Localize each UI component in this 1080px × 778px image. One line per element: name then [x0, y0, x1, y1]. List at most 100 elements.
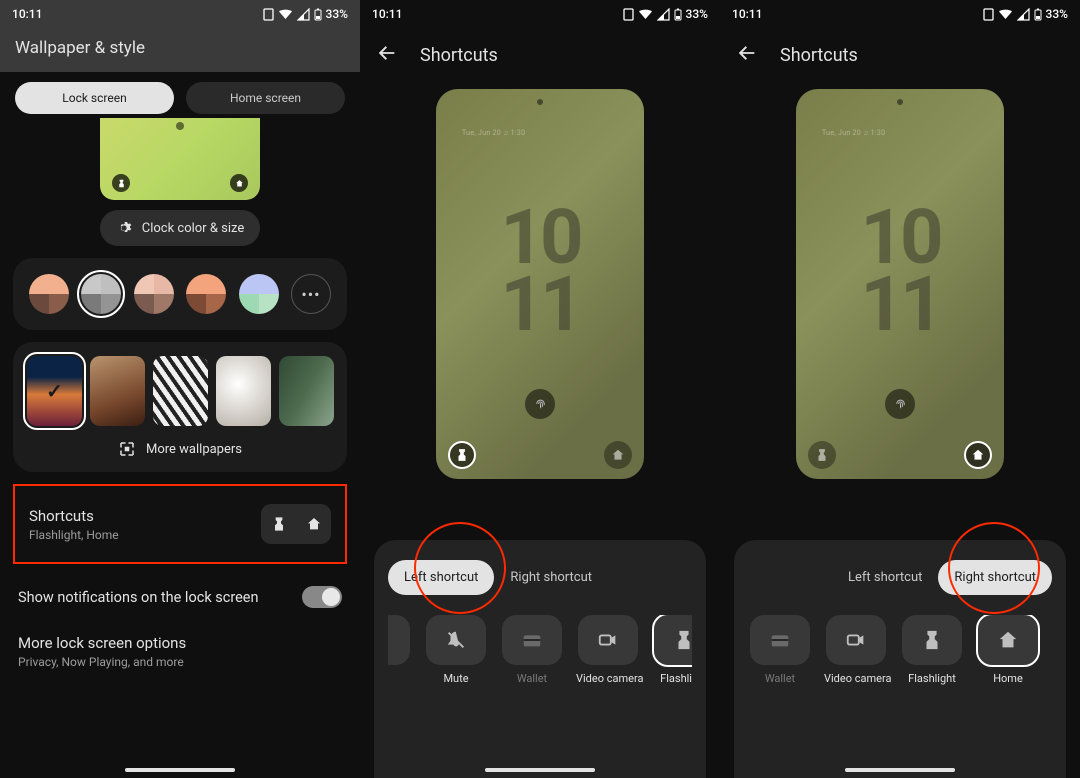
- preview-clock: 1011: [860, 204, 939, 338]
- shortcut-option-wallet[interactable]: Wallet: [748, 615, 812, 685]
- mute-icon: [445, 629, 467, 651]
- color-swatch-2[interactable]: [81, 274, 121, 314]
- wallpaper-thumb-2[interactable]: [90, 356, 145, 426]
- home-icon: [306, 516, 322, 532]
- preview-left-shortcut: [448, 441, 476, 469]
- shortcut-options-row[interactable]: t… Mute Wallet Video camera Flashlight: [388, 615, 692, 685]
- nav-bar-handle[interactable]: [845, 768, 955, 772]
- color-swatch-1[interactable]: [29, 274, 69, 314]
- option-label: Video camera: [824, 672, 888, 685]
- status-battery-pct: 33%: [686, 7, 708, 21]
- preview-date-text: Tue, Jun 20 ♫ 1:30: [822, 129, 885, 137]
- status-time: 10:11: [732, 7, 762, 21]
- nav-bar-handle[interactable]: [125, 768, 235, 772]
- option-label: Wallet: [748, 672, 812, 685]
- color-swatch-5[interactable]: [239, 274, 279, 314]
- nav-bar-handle[interactable]: [485, 768, 595, 772]
- header-title: Shortcuts: [420, 45, 498, 66]
- shortcut-option-video[interactable]: Video camera: [824, 615, 888, 685]
- panel-wallpaper-style: 10:11 33% Wallpaper & style Lock screen …: [0, 0, 360, 778]
- gear-icon: [116, 220, 132, 236]
- status-bar: 10:11 33%: [720, 0, 1080, 28]
- shortcut-option-partial-left[interactable]: t…: [388, 615, 412, 685]
- video-icon: [597, 629, 619, 651]
- more-lock-title: More lock screen options: [18, 634, 342, 652]
- clock-color-size-button[interactable]: Clock color & size: [100, 210, 261, 246]
- preview-clock: 1011: [500, 204, 579, 338]
- option-label: Flashlight: [652, 672, 692, 685]
- shortcut-option-video[interactable]: Video camera: [576, 615, 640, 685]
- status-time: 10:11: [372, 7, 402, 21]
- tab-home-screen[interactable]: Home screen: [186, 82, 345, 114]
- option-label: t…: [388, 672, 412, 685]
- shortcut-option-wallet[interactable]: Wallet: [500, 615, 564, 685]
- option-label: Video camera: [576, 672, 640, 685]
- more-lock-subtitle: Privacy, Now Playing, and more: [18, 655, 342, 669]
- rect-icon: [263, 8, 274, 21]
- fingerprint-icon: [525, 389, 555, 419]
- wallpaper-card: More wallpapers: [13, 342, 347, 472]
- shortcut-option-home[interactable]: Home: [976, 615, 1040, 685]
- panel-shortcuts-left: 10:11 33% Shortcuts Tue, Jun 20 ♫ 1:30 1…: [360, 0, 720, 778]
- rect-icon: [983, 8, 994, 21]
- shortcuts-row[interactable]: Shortcuts Flashlight, Home: [13, 484, 347, 564]
- notifications-toggle[interactable]: [302, 586, 342, 608]
- signal-icon: [1017, 8, 1030, 21]
- preview-right-shortcut: [964, 441, 992, 469]
- option-label: Home: [976, 672, 1040, 685]
- shortcut-options-row[interactable]: WalletVideo cameraFlashlightHomeQR: [748, 615, 1052, 685]
- signal-icon: [297, 8, 310, 21]
- option-label: Flashlight: [900, 672, 964, 685]
- shortcuts-subtitle: Flashlight, Home: [29, 528, 119, 542]
- fingerprint-icon: [885, 389, 915, 419]
- home-icon: [997, 629, 1019, 651]
- status-icons: 33%: [263, 7, 348, 21]
- option-label: Mute: [424, 672, 488, 685]
- lock-screen-preview-large: Tue, Jun 20 ♫ 1:30 1011: [796, 89, 1004, 479]
- battery-icon: [1034, 8, 1042, 21]
- back-button[interactable]: [736, 42, 758, 69]
- show-notifications-row[interactable]: Show notifications on the lock screen: [0, 564, 360, 608]
- status-time: 10:11: [12, 7, 42, 21]
- panel-shortcuts-right: 10:11 33% Shortcuts Tue, Jun 20 ♫ 1:30 1…: [720, 0, 1080, 778]
- status-bar: 10:11 33%: [0, 0, 360, 28]
- preview-shortcut-right-icon: [230, 174, 248, 192]
- color-swatch-4[interactable]: [186, 274, 226, 314]
- show-notifications-label: Show notifications on the lock screen: [18, 589, 259, 606]
- more-wallpapers-button[interactable]: More wallpapers: [27, 440, 333, 458]
- color-swatch-3[interactable]: [134, 274, 174, 314]
- tab-lock-screen[interactable]: Lock screen: [15, 82, 174, 114]
- back-button[interactable]: [376, 42, 398, 69]
- header-title: Shortcuts: [780, 45, 858, 66]
- preview-right-shortcut: [604, 441, 632, 469]
- none-icon: [388, 629, 391, 651]
- wallpaper-thumb-3[interactable]: [153, 356, 208, 426]
- preview-date-text: Tue, Jun 20 ♫ 1:30: [462, 129, 525, 137]
- lock-screen-preview[interactable]: [100, 118, 260, 200]
- shortcut-option-flashlight[interactable]: Flashlight: [652, 615, 692, 685]
- app-title: Wallpaper & style: [0, 28, 360, 72]
- shortcut-option-flashlight[interactable]: Flashlight: [900, 615, 964, 685]
- status-bar: 10:11 33%: [360, 0, 720, 28]
- shortcut-picker-sheet: Left shortcut Right shortcut Wallet Video…: [734, 540, 1066, 778]
- shortcuts-header: Shortcuts: [360, 28, 720, 79]
- wifi-icon: [998, 8, 1013, 21]
- signal-icon: [657, 8, 670, 21]
- shortcuts-header: Shortcuts: [720, 28, 1080, 79]
- wallpaper-thumb-4[interactable]: [216, 356, 271, 426]
- right-shortcut-tab[interactable]: Right shortcut: [494, 560, 608, 595]
- preview-left-shortcut: [808, 441, 836, 469]
- left-shortcut-tab[interactable]: Left shortcut: [832, 560, 938, 595]
- more-lock-options-row[interactable]: More lock screen options Privacy, Now Pl…: [0, 608, 360, 669]
- wallpaper-thumb-1[interactable]: [27, 356, 82, 426]
- option-label: Wallet: [500, 672, 564, 685]
- right-shortcut-tab[interactable]: Right shortcut: [938, 560, 1052, 595]
- battery-icon: [314, 8, 322, 21]
- wifi-icon: [638, 8, 653, 21]
- more-colors-button[interactable]: •••: [291, 274, 331, 314]
- left-shortcut-tab[interactable]: Left shortcut: [388, 560, 494, 595]
- status-icons: 33%: [623, 7, 708, 21]
- wallpaper-thumb-5[interactable]: [279, 356, 334, 426]
- video-icon: [845, 629, 867, 651]
- shortcut-option-mute[interactable]: Mute: [424, 615, 488, 685]
